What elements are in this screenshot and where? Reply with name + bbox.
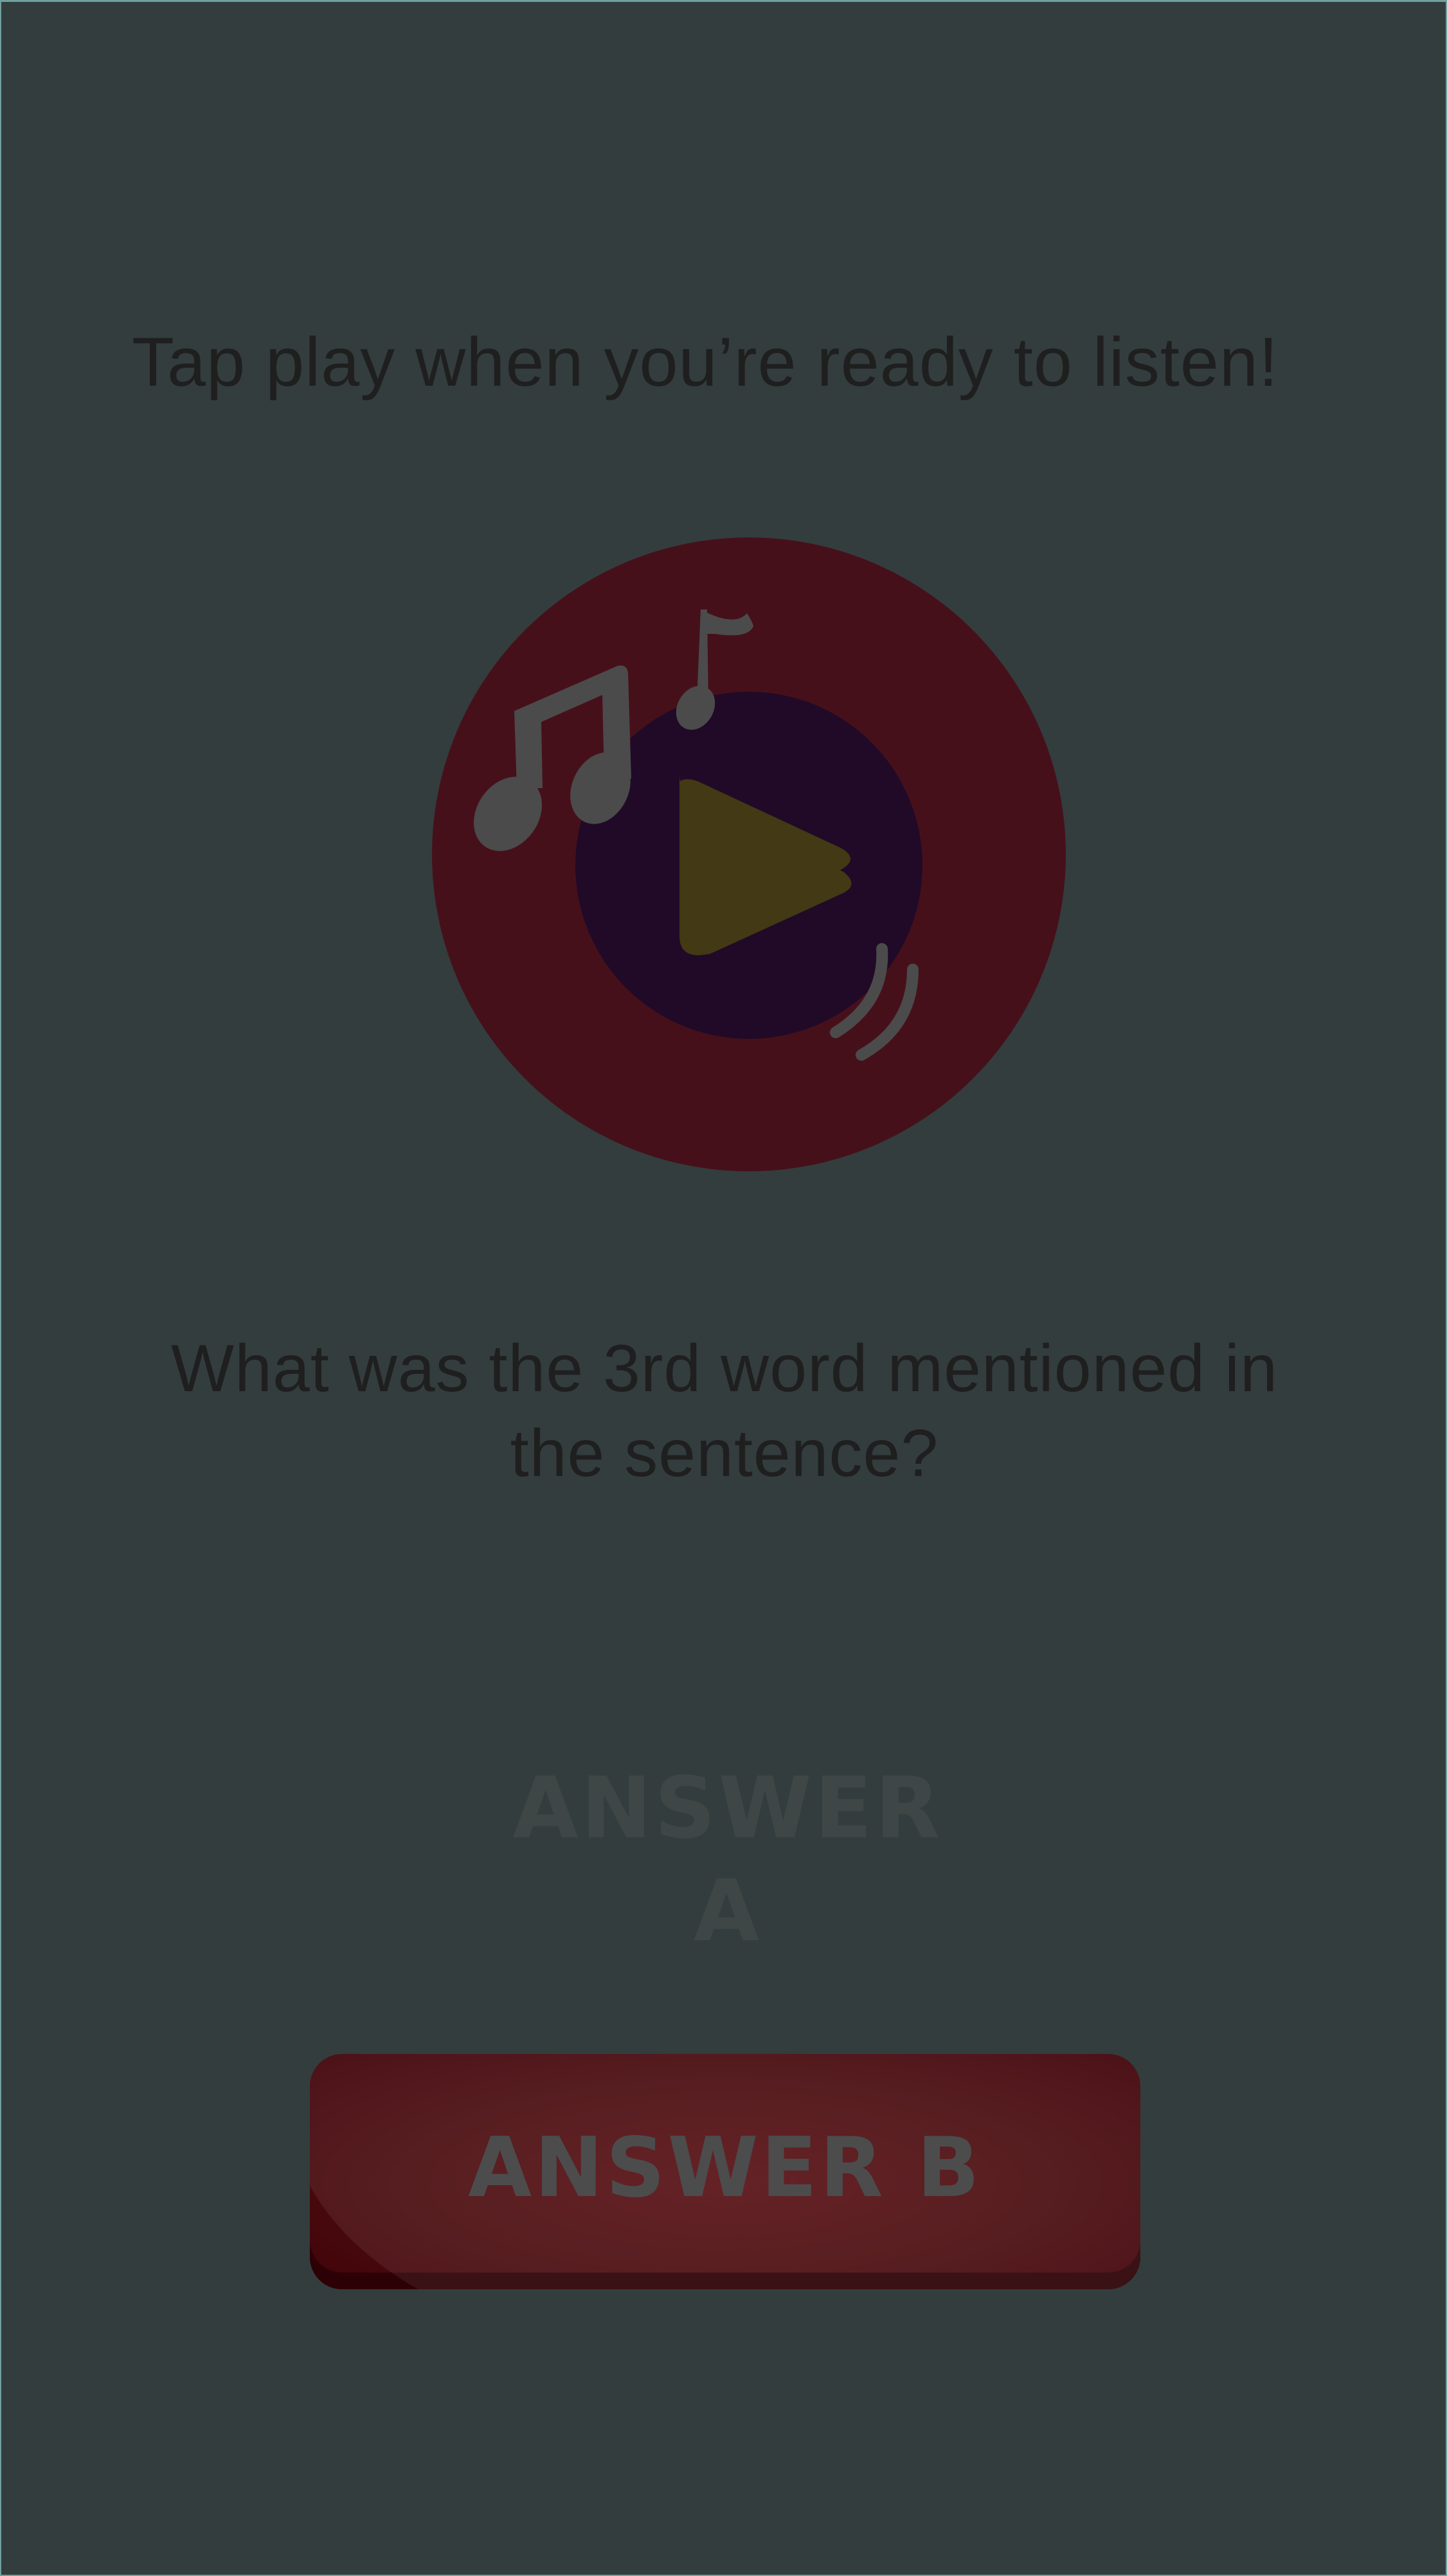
audio-play-button[interactable]: [432, 537, 1066, 1171]
music-play-icon: [432, 537, 1066, 1171]
answer-b-label: ANSWER B: [468, 2120, 982, 2216]
question-text: What was the 3rd word mentioned in the s…: [171, 1331, 1278, 1491]
answer-b-button[interactable]: ANSWER B: [310, 2054, 1140, 2289]
answer-a-button[interactable]: ANSWER A: [490, 1757, 966, 1961]
quiz-screen: Tap play when you’re ready to listen! Wh…: [1, 2, 1446, 2575]
listen-prompt: Tap play when you’re ready to listen!: [132, 323, 1279, 401]
